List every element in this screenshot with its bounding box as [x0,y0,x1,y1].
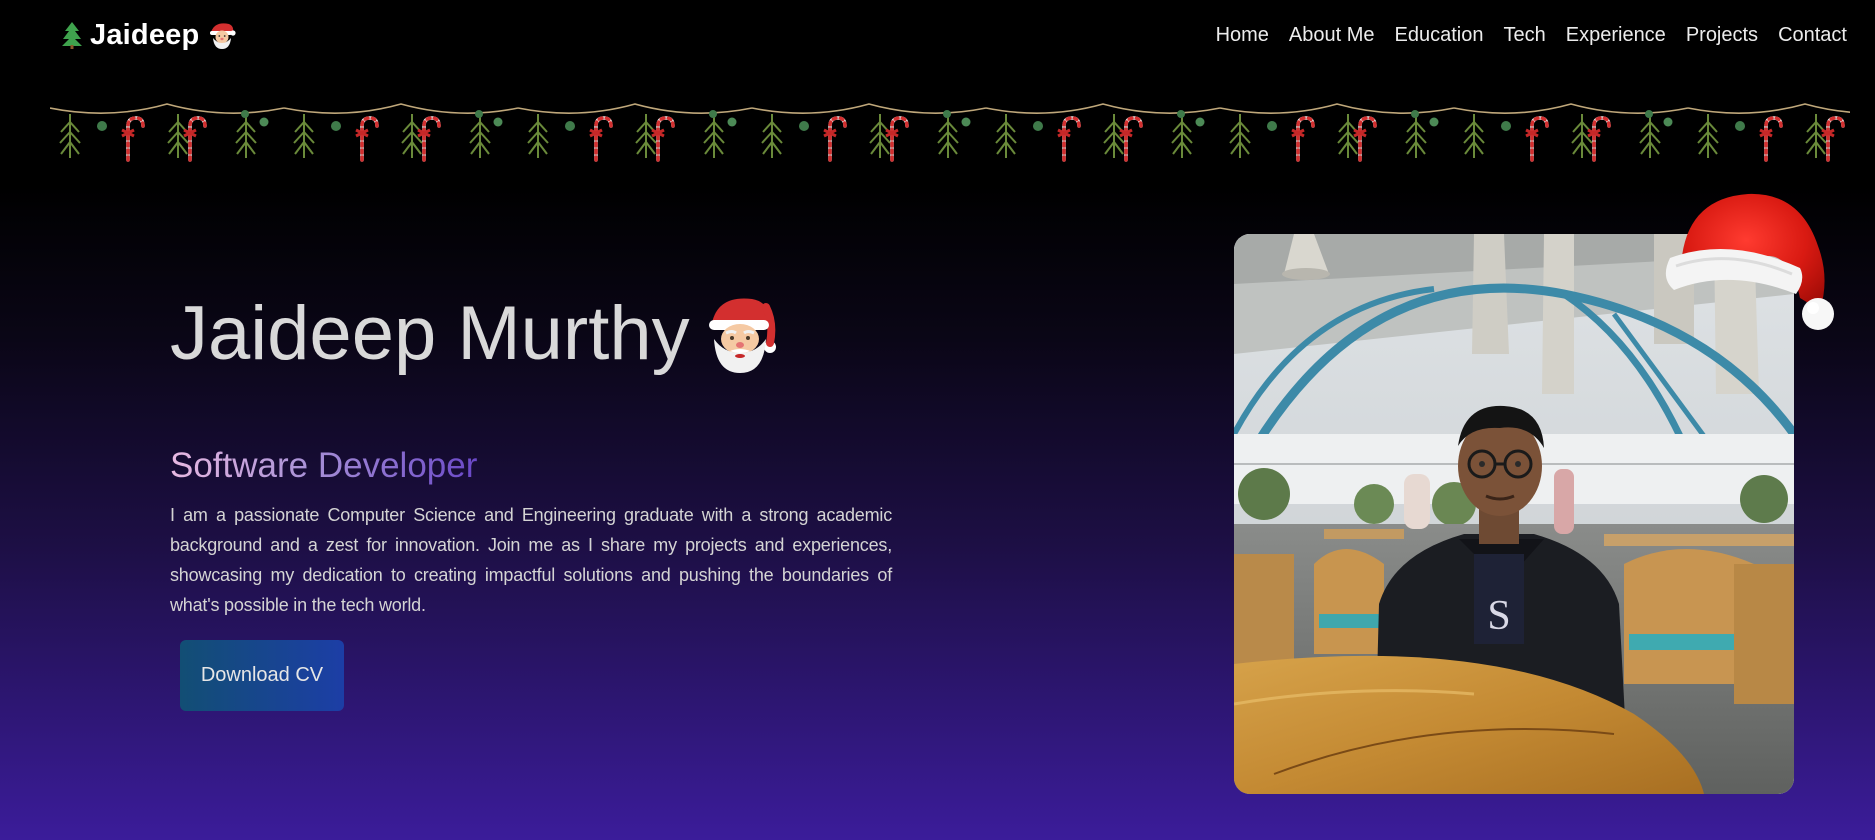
nav-menu: Home About Me Education Tech Experience … [1206,24,1847,47]
nav-education[interactable]: Education [1385,24,1494,47]
nav-contact[interactable]: Contact [1768,24,1847,47]
hero-name-text: Jaideep Murthy [170,291,690,376]
hero-bio: I am a passionate Computer Science and E… [170,505,892,615]
download-cv-button[interactable]: Download CV [180,640,344,711]
nav-experience[interactable]: Experience [1556,24,1676,47]
hero-role: Software Developer [170,446,478,485]
santa-face-icon [708,298,776,373]
svg-text:S: S [1487,593,1510,639]
nav-projects[interactable]: Projects [1676,24,1768,47]
santa-face-icon [210,23,237,49]
brand-name: Jaideep [90,18,200,51]
christmas-garland [50,100,1850,172]
nav-tech[interactable]: Tech [1494,24,1556,47]
nav-home[interactable]: Home [1206,24,1279,47]
brand-logo[interactable]: Jaideep [62,19,237,52]
hero-name: Jaideep Murthy [170,290,778,377]
tree-icon [62,22,82,49]
nav-about-me[interactable]: About Me [1279,24,1385,47]
navbar: Jaideep Home About Me Education Tech Exp… [0,0,1875,70]
santa-hat-icon [1665,193,1834,330]
